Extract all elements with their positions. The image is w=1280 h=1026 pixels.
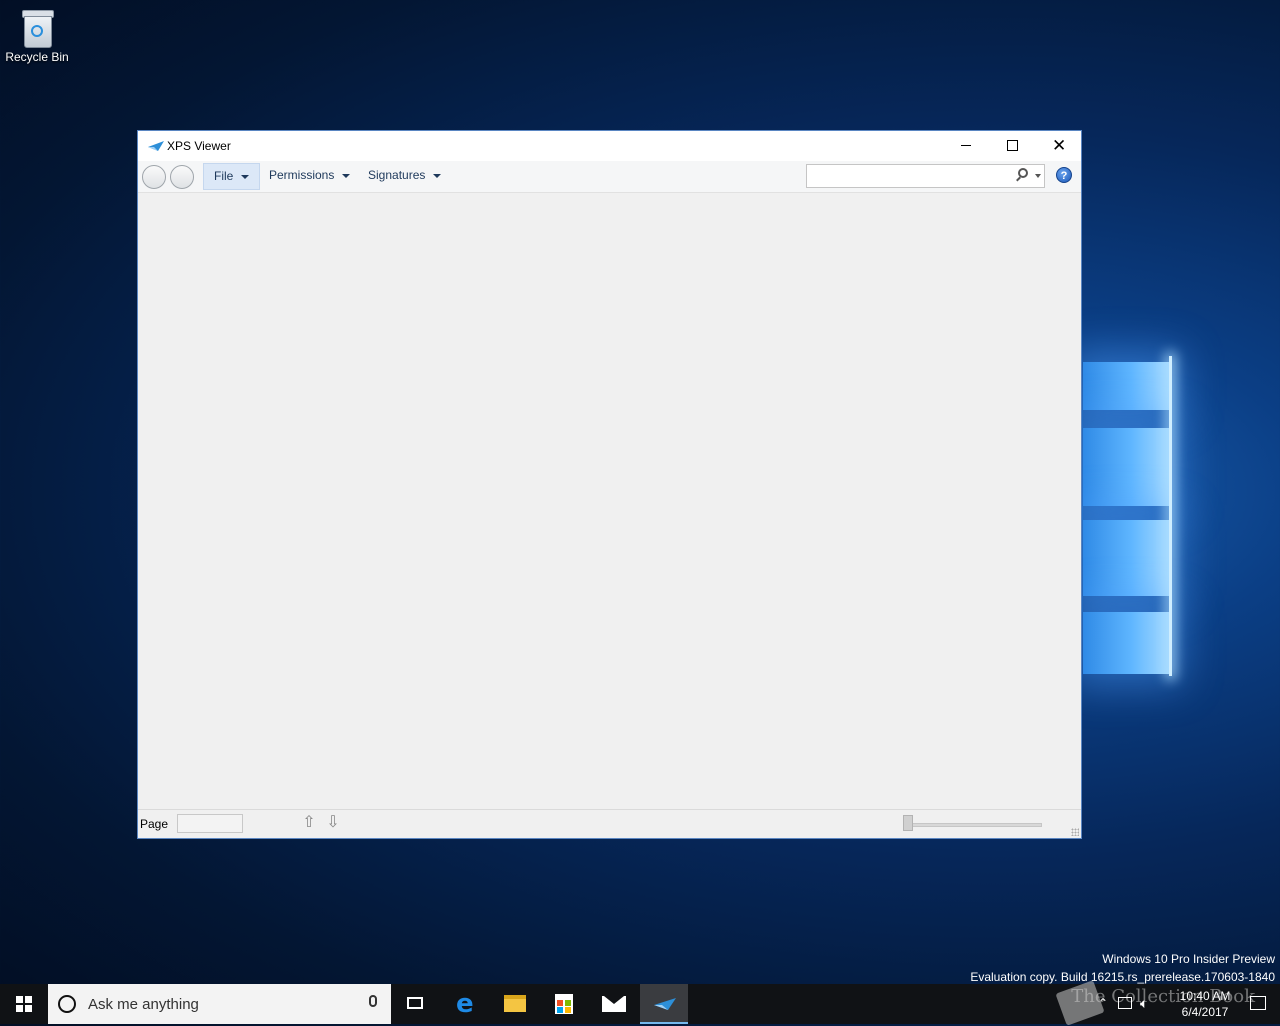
action-center-icon[interactable] [1250,996,1266,1010]
chevron-down-icon [433,173,442,178]
signatures-menu-label: Signatures [368,168,426,182]
clock[interactable]: 10:40 AM 6/4/2017 [1166,988,1244,1020]
recycle-bin-desktop-icon[interactable]: Recycle Bin [2,6,72,76]
volume-icon[interactable]: 🔈︎ [1140,995,1148,1012]
edition-watermark: Windows 10 Pro Insider Preview Evaluatio… [970,950,1275,986]
close-icon: ✕ [1052,136,1067,155]
chevron-down-icon [241,174,250,179]
search-options-dropdown-icon[interactable] [1035,174,1041,178]
system-tray: The Collection Book ⌃ 🔈︎ 10:40 AM 6/4/20… [1030,980,1280,1026]
file-explorer-taskbar-button[interactable] [491,984,539,1024]
task-view-button[interactable] [392,984,440,1024]
search-icon[interactable] [1018,168,1028,178]
maximize-icon [1007,140,1018,151]
store-taskbar-button[interactable] [540,984,588,1024]
windows-wallpaper-logo [1083,300,1193,730]
maximize-button[interactable] [989,131,1035,161]
recycle-bin-icon [20,10,54,48]
zoom-slider-track[interactable] [908,823,1042,827]
cortana-icon [58,995,76,1013]
recycle-bin-label: Recycle Bin [5,50,69,64]
minimize-button[interactable] [943,131,989,161]
mail-taskbar-button[interactable] [590,984,638,1024]
edge-taskbar-button[interactable]: e [443,984,491,1024]
status-bar: Page ⇧ ⇩ [138,809,1081,838]
microphone-icon[interactable] [369,995,377,1007]
window-title: XPS Viewer [167,139,231,153]
back-button[interactable] [142,165,166,189]
page-number-input[interactable] [177,814,243,833]
close-button[interactable]: ✕ [1035,131,1081,161]
windows-logo-icon [16,996,32,1012]
forward-button[interactable] [170,165,194,189]
page-label: Page [140,817,169,831]
network-icon[interactable] [1118,997,1132,1009]
xps-viewer-window: XPS Viewer ✕ File Permissions Signatures… [137,130,1082,839]
resize-grip-icon[interactable] [1071,828,1079,836]
permissions-menu-label: Permissions [269,168,335,182]
folder-icon [504,995,526,1012]
edition-line-1: Windows 10 Pro Insider Preview [1102,952,1275,966]
file-menu[interactable]: File [203,163,261,190]
mail-icon [602,996,626,1012]
xps-viewer-icon [654,998,676,1010]
signatures-menu[interactable]: Signatures [358,163,451,188]
help-icon[interactable]: ? [1056,167,1072,183]
file-menu-label: File [214,169,234,183]
previous-page-icon[interactable]: ⇧ [301,814,317,832]
cortana-search-placeholder: Ask me anything [88,996,199,1013]
permissions-menu[interactable]: Permissions [259,163,360,188]
edge-icon: e [456,989,474,1019]
taskbar: Ask me anything e The Collection Book ⌃ … [0,980,1280,1026]
xps-viewer-app-icon [148,141,164,151]
task-view-icon [407,997,423,1009]
xps-viewer-taskbar-button[interactable] [640,984,688,1024]
next-page-icon[interactable]: ⇩ [325,814,341,832]
start-button[interactable] [0,984,48,1024]
clock-date: 6/4/2017 [1181,1005,1229,1019]
cortana-search-box[interactable]: Ask me anything [48,984,391,1024]
chevron-down-icon [342,173,351,178]
chevron-up-icon[interactable]: ⌃ [1098,996,1108,1010]
zoom-slider-thumb[interactable] [903,815,913,831]
title-bar[interactable]: XPS Viewer ✕ [138,131,1081,161]
clock-time: 10:40 AM [1179,989,1231,1003]
toolbar: File Permissions Signatures ? [138,161,1081,193]
minimize-icon [961,145,971,146]
document-area[interactable] [138,193,1081,810]
search-input[interactable] [806,164,1045,188]
store-icon [555,994,573,1014]
